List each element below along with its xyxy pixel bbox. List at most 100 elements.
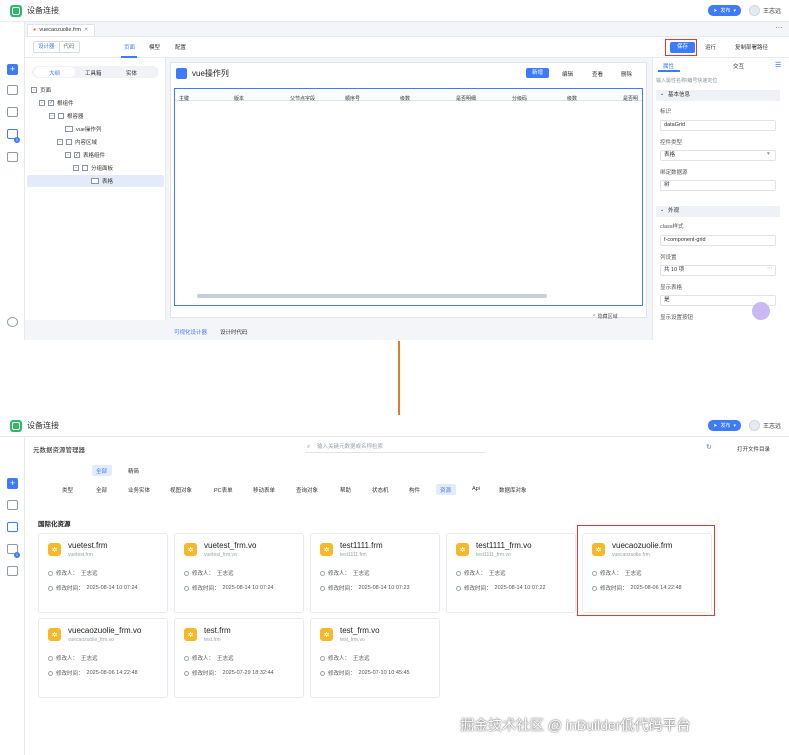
tree-node-root-component[interactable]: - ✓ 根组件 xyxy=(39,98,74,108)
resource-card[interactable]: ✲ vuetest.frm vuetest.frm 修改人： 王志远 修改时间： 2… xyxy=(38,533,168,613)
resource-card[interactable]: ✲ vuetest_frm.vo vuetest_frm.vo 修改人： 王志远 … xyxy=(174,533,304,613)
type-filter[interactable]: 构件 xyxy=(409,486,420,494)
close-icon[interactable]: ✕ xyxy=(84,25,89,36)
tab-properties[interactable]: 属性 xyxy=(663,62,674,70)
type-filter-active[interactable]: 资源 xyxy=(440,486,451,494)
tree-label: vue操作列 xyxy=(76,127,102,133)
resource-card[interactable]: ✲ test1111.frm test1111.frm 修改人： 王志远 修改时间… xyxy=(310,533,440,613)
prop-input-id[interactable]: dataGrid xyxy=(660,120,776,131)
type-filter[interactable]: PC表单 xyxy=(214,486,233,494)
horizontal-scrollbar[interactable] xyxy=(197,294,547,298)
settings-icon[interactable] xyxy=(7,317,18,327)
tab-outline[interactable]: 大纲 xyxy=(49,69,60,77)
mode-designer[interactable]: 设计器 xyxy=(34,42,59,52)
settings-icon: ✲ xyxy=(48,628,61,641)
scope-tab-lite[interactable]: 精简 xyxy=(128,467,139,475)
tree-node-group-panel[interactable]: - 分组面板 xyxy=(73,163,113,173)
tab-model[interactable]: 模型 xyxy=(149,43,160,51)
resource-card[interactable]: ✲ test1111_frm.vo test1111_frm.vo 修改人： 王志… xyxy=(446,533,576,613)
column-header: 分级码 xyxy=(512,96,528,102)
run-button[interactable]: 运行 xyxy=(705,43,716,51)
grid-view-button[interactable]: 查看 xyxy=(592,70,603,78)
prop-input-datasource[interactable]: 树 xyxy=(660,180,776,191)
assistant-robot-icon[interactable] xyxy=(752,302,770,320)
column-header: 级数 xyxy=(567,96,578,102)
add-icon[interactable]: + xyxy=(7,64,18,75)
type-filter[interactable]: 全部 xyxy=(96,486,107,494)
more-icon[interactable]: ··· xyxy=(767,265,773,271)
tree-node-root-container[interactable]: - 根容器 xyxy=(49,111,84,121)
type-filter[interactable]: 视图对象 xyxy=(170,486,192,494)
monitor-icon[interactable] xyxy=(7,522,18,532)
home-icon[interactable] xyxy=(7,500,18,510)
prop-select-type[interactable]: 表格 xyxy=(660,150,776,161)
publish-label: 发布 xyxy=(720,8,731,14)
card-modifier-row: 修改人： 王志远 xyxy=(320,654,370,662)
manager-screen: 设备连接 ➤ 发布 ▾ 王志远 + 1 元数据资源管理器 输入关键元数据或名称检… xyxy=(0,415,789,755)
user-menu[interactable]: 王志远 xyxy=(748,5,781,16)
grid-delete-button[interactable]: 删除 xyxy=(621,70,632,78)
tree-node-table-component[interactable]: - ✓ 表格组件 xyxy=(65,150,105,160)
document-icon[interactable] xyxy=(7,566,18,576)
props-search-input[interactable]: 输入属性名称/编号快速定位 xyxy=(656,77,717,84)
refresh-icon[interactable]: ↻ xyxy=(706,443,712,451)
save-button[interactable]: 保存 xyxy=(670,42,696,53)
type-filter[interactable]: Api xyxy=(472,486,480,492)
app-title: 设备连接 xyxy=(27,6,59,15)
copy-route-button[interactable]: 复制部署路径 xyxy=(735,43,768,51)
type-filter[interactable]: 查询对象 xyxy=(296,486,318,494)
card-sub: test1111_frm.vo xyxy=(476,552,511,558)
add-icon[interactable]: + xyxy=(7,478,18,489)
user-name: 王志远 xyxy=(762,9,781,15)
type-filter[interactable]: 业务实体 xyxy=(128,486,150,494)
search-input[interactable]: 输入关键元数据或名称检索 xyxy=(305,442,485,453)
tab-design-code[interactable]: 设计时代码 xyxy=(220,328,248,336)
component-icon xyxy=(65,126,73,132)
mode-code[interactable]: 代码 xyxy=(58,42,79,52)
prop-input-columns[interactable]: 共 10 项 xyxy=(660,265,776,276)
home-icon[interactable] xyxy=(7,85,18,95)
column-header: 顺序号 xyxy=(345,96,361,102)
tree-node-page[interactable]: - 页面 xyxy=(31,85,51,95)
section-basic-info[interactable]: 基本信息 xyxy=(656,90,780,101)
file-tab[interactable]: ● vuecaozuolie.frm ✕ xyxy=(27,24,95,36)
user-menu[interactable]: 王志远 xyxy=(748,420,781,431)
prop-input-class[interactable]: f-component-grid xyxy=(660,235,776,246)
settings-icon: ✲ xyxy=(184,628,197,641)
tab-visual-designer[interactable]: 可视化设计器 xyxy=(174,328,207,336)
resource-card[interactable]: ✲ test_frm.vo test_frm.vo 修改人： 王志远 修改时间： 2… xyxy=(310,618,440,698)
card-time: 2025-08-06 14:22:48 xyxy=(86,670,138,676)
section-appearance[interactable]: 外观 xyxy=(656,206,780,217)
column-header: 主键 xyxy=(179,96,190,102)
grid-edit-button[interactable]: 编辑 xyxy=(562,70,573,78)
publish-button[interactable]: ➤ 发布 ▾ xyxy=(708,420,741,431)
type-filter[interactable]: 移动表单 xyxy=(253,486,275,494)
clock-icon xyxy=(184,585,189,591)
user-icon xyxy=(320,570,325,576)
tab-toolbox[interactable]: 工具箱 xyxy=(85,69,102,77)
tab-page[interactable]: 页面 xyxy=(124,43,135,51)
monitor-icon[interactable] xyxy=(7,107,18,117)
resource-card[interactable]: ✲ test.frm test.frm 修改人： 王志远 修改时间： 2025-07… xyxy=(174,618,304,698)
tab-config[interactable]: 配置 xyxy=(175,43,186,51)
grid-add-button[interactable]: 新增 xyxy=(526,68,550,78)
tab-entity[interactable]: 实体 xyxy=(126,69,137,77)
document-icon[interactable] xyxy=(7,152,18,162)
tree-node-vue-column[interactable]: vue操作列 xyxy=(65,124,101,134)
tree-node-table[interactable]: 表格 xyxy=(91,176,113,186)
grid-table[interactable] xyxy=(174,88,643,306)
list-icon[interactable]: ☰ xyxy=(775,61,781,69)
tab-interaction[interactable]: 交互 xyxy=(733,62,744,70)
card-modifier-row: 修改人： 王志远 xyxy=(48,654,98,662)
publish-button[interactable]: ➤ 发布 ▾ xyxy=(708,5,741,16)
hide-area-toggle[interactable]: ⌃ 隐藏区域 xyxy=(592,313,618,320)
type-filter[interactable]: 状态机 xyxy=(372,486,389,494)
type-filter[interactable]: 数据库对象 xyxy=(499,486,527,494)
scope-tab-all[interactable]: 全部 xyxy=(96,467,107,475)
open-dir-button[interactable]: 打开文件目录 xyxy=(737,445,770,453)
card-time-row: 修改时间： 2025-08-14 10:07:22 xyxy=(456,584,546,592)
type-filter[interactable]: 帮助 xyxy=(340,486,351,494)
resource-card[interactable]: ✲ vuecaozuolie_frm.vo vuecaozuolie_frm.v… xyxy=(38,618,168,698)
tree-node-content-area[interactable]: - 内容区域 xyxy=(57,137,97,147)
more-icon[interactable]: ··· xyxy=(775,23,783,32)
